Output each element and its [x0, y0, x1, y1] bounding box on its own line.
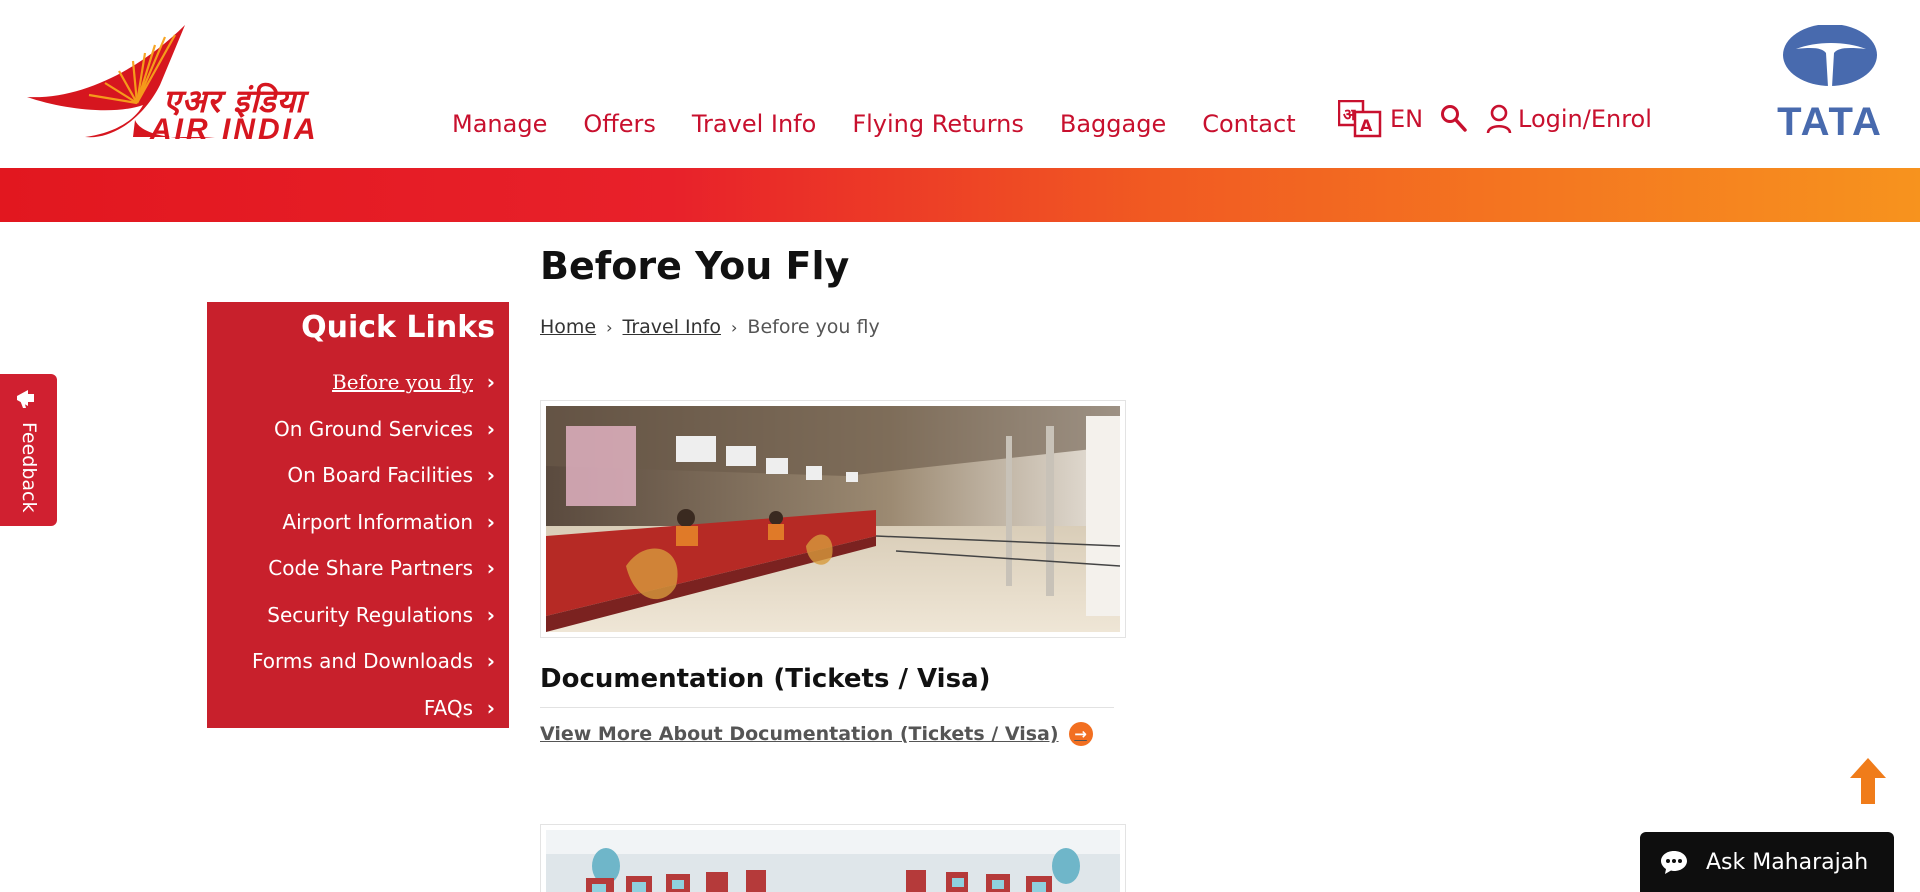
view-more-label: View More About Documentation (Tickets /…	[540, 723, 1059, 745]
nav-offers[interactable]: Offers	[583, 110, 656, 138]
chat-label: Ask Maharajah	[1706, 849, 1869, 875]
megaphone-icon	[17, 390, 34, 408]
tata-wordmark: TATA	[1777, 100, 1883, 140]
feedback-tab[interactable]: Feedback	[0, 374, 57, 526]
quick-link-faqs[interactable]: FAQs ›	[207, 685, 495, 732]
breadcrumb-travel-info[interactable]: Travel Info	[623, 316, 721, 338]
page-title: Before You Fly	[540, 244, 850, 288]
tata-logo[interactable]: TATA	[1766, 24, 1896, 144]
tata-emblem-icon: TATA	[1777, 24, 1883, 144]
chevron-right-icon: ›	[486, 509, 495, 534]
quick-link-label: FAQs	[423, 695, 473, 720]
arrow-up-icon[interactable]	[1848, 756, 1888, 806]
quick-link-label: Forms and Downloads	[252, 649, 473, 674]
aircraft-cabin-photo	[546, 830, 1120, 892]
divider	[540, 707, 1114, 708]
air-india-logo[interactable]: एअर इंडिया AIR INDIA	[25, 25, 405, 146]
nav-flying-returns[interactable]: Flying Returns	[852, 110, 1024, 138]
documentation-card-image[interactable]	[540, 400, 1126, 638]
documentation-view-more-link[interactable]: View More About Documentation (Tickets /…	[540, 722, 1093, 746]
ask-maharajah-chat-button[interactable]: Ask Maharajah	[1640, 832, 1894, 892]
main-nav: Manage Offers Travel Info Flying Returns…	[452, 110, 1332, 138]
chevron-right-icon: ›	[486, 416, 495, 441]
breadcrumb: Home › Travel Info › Before you fly	[540, 316, 880, 338]
quick-links-title: Quick Links	[301, 310, 495, 345]
quick-link-label: On Ground Services	[273, 416, 473, 441]
quick-link-label: Security Regulations	[267, 602, 473, 627]
quick-link-security-regulations[interactable]: Security Regulations ›	[207, 592, 495, 639]
chevron-right-icon: ›	[486, 463, 495, 488]
svg-text:A: A	[1360, 116, 1373, 135]
login-label: Login/Enrol	[1518, 105, 1652, 133]
quick-link-forms-and-downloads[interactable]: Forms and Downloads ›	[207, 638, 495, 685]
translate-icon: अ A	[1338, 100, 1382, 138]
quick-link-label: Code Share Partners	[268, 556, 473, 581]
airport-checkin-photo	[546, 406, 1120, 632]
search-icon[interactable]	[1440, 104, 1468, 134]
logo-english-text: AIR INDIA	[150, 113, 319, 146]
quick-link-airport-information[interactable]: Airport Information ›	[207, 499, 495, 546]
quick-links-panel: Quick Links Before you fly › On Ground Se…	[207, 302, 509, 728]
language-selector[interactable]: अ A EN	[1338, 100, 1423, 138]
login-enrol-link[interactable]: Login/Enrol	[1486, 104, 1652, 134]
chevron-right-icon: ›	[486, 370, 495, 395]
breadcrumb-home[interactable]: Home	[540, 316, 596, 338]
user-icon	[1486, 104, 1512, 134]
quick-link-on-ground-services[interactable]: On Ground Services ›	[207, 406, 495, 453]
language-code: EN	[1390, 105, 1424, 133]
chevron-right-icon: ›	[486, 649, 495, 674]
arrow-right-circle-icon: →	[1068, 722, 1093, 746]
nav-baggage[interactable]: Baggage	[1060, 110, 1166, 138]
header-banner	[0, 168, 1920, 222]
chevron-right-icon: ›	[486, 556, 495, 581]
chevron-right-icon: ›	[486, 695, 495, 720]
documentation-card-title[interactable]: Documentation (Tickets / Visa)	[540, 664, 991, 694]
nav-contact[interactable]: Contact	[1202, 110, 1295, 138]
quick-link-label: Before you fly	[332, 370, 473, 395]
breadcrumb-current: Before you fly	[747, 316, 880, 338]
cabin-card-image[interactable]	[540, 824, 1126, 892]
quick-link-label: On Board Facilities	[287, 463, 473, 488]
quick-link-before-you-fly[interactable]: Before you fly ›	[207, 359, 495, 406]
chevron-right-icon: ›	[486, 602, 495, 627]
quick-link-code-share-partners[interactable]: Code Share Partners ›	[207, 545, 495, 592]
nav-manage[interactable]: Manage	[452, 110, 547, 138]
breadcrumb-separator: ›	[731, 317, 738, 337]
feedback-label: Feedback	[18, 422, 40, 513]
site-header: एअर इंडिया AIR INDIA Manage Offers Trave…	[0, 0, 1920, 168]
quick-link-on-board-facilities[interactable]: On Board Facilities ›	[207, 452, 495, 499]
breadcrumb-separator: ›	[606, 317, 613, 337]
nav-travel-info[interactable]: Travel Info	[692, 110, 816, 138]
chat-bubble-icon	[1661, 851, 1687, 874]
quick-link-label: Airport Information	[282, 509, 473, 534]
